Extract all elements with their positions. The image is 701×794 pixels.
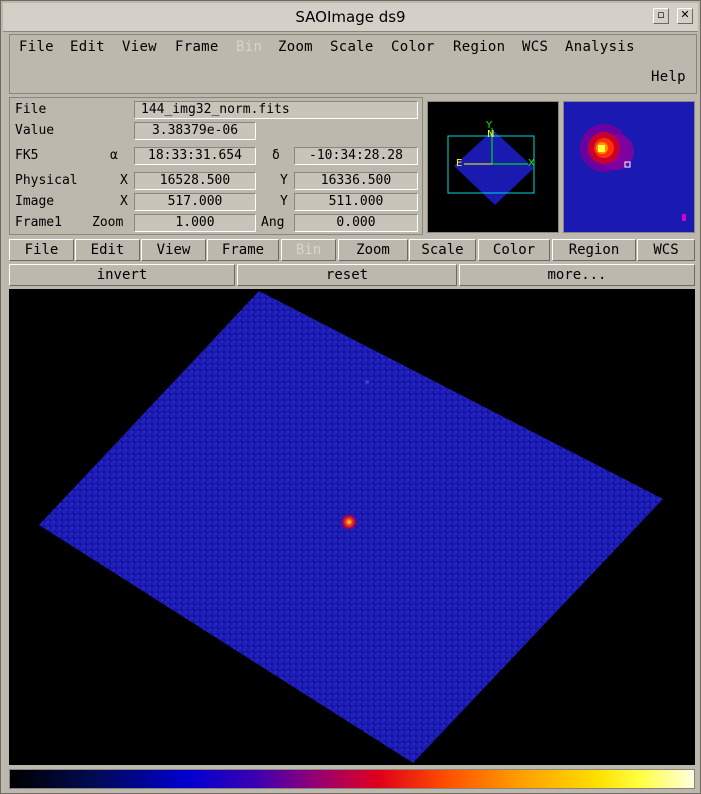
physical-x-field: 16528.500 (134, 172, 256, 190)
window-title: SAOImage ds9 (295, 8, 406, 26)
menu-bin: Bin (236, 39, 263, 55)
app-window: SAOImage ds9 ▫ ✕ File Edit View Frame Bi… (0, 0, 701, 794)
panner-image (447, 128, 535, 205)
button-bin: Bin (281, 239, 336, 261)
dec-field: -10:34:28.28 (294, 147, 418, 165)
image-y-label: Y (280, 194, 288, 209)
panner-e-label: E (456, 158, 463, 169)
button-file[interactable]: File (9, 239, 74, 261)
image-label: Image (15, 194, 55, 209)
button-frame[interactable]: Frame (207, 239, 279, 261)
menu-edit[interactable]: Edit (70, 39, 105, 55)
fk5-label: FK5 (15, 148, 39, 163)
bright-source (340, 513, 358, 531)
frame-label: Frame1 (15, 215, 62, 230)
menu-region[interactable]: Region (453, 39, 505, 55)
menu-wcs[interactable]: WCS (522, 39, 548, 55)
menu-color[interactable]: Color (391, 39, 435, 55)
image-display[interactable] (9, 289, 695, 765)
magnifier-image (564, 102, 694, 232)
button-view[interactable]: View (141, 239, 206, 261)
menu-help[interactable]: Help (651, 69, 686, 85)
button-zoom[interactable]: Zoom (338, 239, 408, 261)
colorbar[interactable] (9, 769, 695, 789)
menu-view[interactable]: View (122, 39, 157, 55)
alpha-label: α (110, 148, 118, 163)
physical-x-label: X (120, 173, 128, 188)
panner-n-label: N (487, 129, 495, 140)
physical-label: Physical (15, 173, 78, 188)
file-name-field: 144_img32_norm.fits (134, 101, 418, 119)
close-icon: ✕ (680, 8, 690, 21)
button-color[interactable]: Color (478, 239, 550, 261)
reset-button[interactable]: reset (237, 264, 457, 286)
restore-icon: ▫ (657, 8, 665, 21)
button-scale[interactable]: Scale (409, 239, 476, 261)
panner-x-label: X (528, 158, 535, 169)
close-button[interactable]: ✕ (677, 8, 693, 24)
file-label: File (15, 102, 47, 117)
menu-frame[interactable]: Frame (175, 39, 219, 55)
zoom-label: Zoom (92, 215, 124, 230)
color-button-bar: invert reset more... (9, 264, 695, 286)
button-bar: File Edit View Frame Bin Zoom Scale Colo… (9, 239, 695, 261)
menu-zoom[interactable]: Zoom (278, 39, 313, 55)
info-panel: File 144_img32_norm.fits Value 3.38379e-… (9, 97, 423, 235)
physical-y-label: Y (280, 173, 288, 188)
image-x-label: X (120, 194, 128, 209)
value-label: Value (15, 123, 55, 138)
ra-field: 18:33:31.654 (134, 147, 256, 165)
delta-label: δ (272, 148, 280, 163)
menubar: File Edit View Frame Bin Zoom Scale Colo… (9, 34, 697, 94)
title-bar[interactable]: SAOImage ds9 ▫ ✕ (3, 3, 698, 32)
menu-scale[interactable]: Scale (330, 39, 374, 55)
menu-analysis[interactable]: Analysis (565, 39, 635, 55)
image-y-field: 511.000 (294, 193, 418, 211)
fits-image (39, 291, 663, 763)
image-x-field: 517.000 (134, 193, 256, 211)
button-edit[interactable]: Edit (75, 239, 140, 261)
more-button[interactable]: more... (459, 264, 695, 286)
menu-file[interactable]: File (19, 39, 54, 55)
pixel-value-field: 3.38379e-06 (134, 122, 256, 140)
angle-field: 0.000 (294, 214, 418, 232)
invert-button[interactable]: invert (9, 264, 235, 286)
angle-label: Ang (261, 215, 285, 230)
zoom-field: 1.000 (134, 214, 256, 232)
physical-y-field: 16336.500 (294, 172, 418, 190)
minimize-button[interactable]: ▫ (653, 8, 669, 24)
panner-field (454, 130, 534, 205)
button-wcs[interactable]: WCS (637, 239, 695, 261)
panner-view[interactable]: Y N E X (427, 101, 559, 233)
button-region[interactable]: Region (552, 239, 636, 261)
magnifier-view (563, 101, 695, 233)
